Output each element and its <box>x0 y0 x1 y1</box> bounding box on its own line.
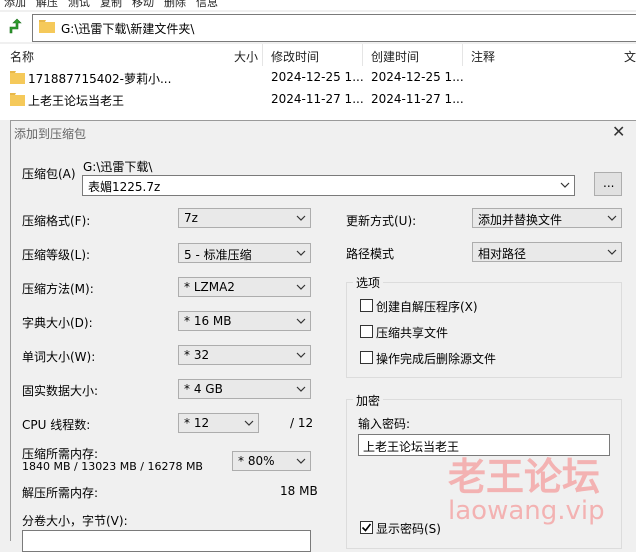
solid-select[interactable]: * 4 GB <box>178 379 311 399</box>
column-header-created[interactable]: 创建时间 <box>371 48 419 65</box>
file-modified: 2024-11-27 1... <box>271 92 364 106</box>
toolbar-copy[interactable]: 复制 <box>100 0 122 10</box>
solid-label: 固实数据大小: <box>22 384 99 398</box>
delete-after-checkbox[interactable] <box>360 351 373 364</box>
checkmark-icon <box>361 523 372 532</box>
file-name: 171887715402-萝莉小... <box>28 72 172 86</box>
folder-icon <box>10 93 25 106</box>
path-input[interactable]: G:\迅雷下载\新建文件夹\ <box>32 14 636 42</box>
method-select[interactable]: * LZMA2 <box>178 277 311 297</box>
archive-name-value: 表媚1225.7z <box>88 180 161 194</box>
up-folder-icon[interactable] <box>6 18 24 36</box>
chevron-down-icon <box>607 215 617 221</box>
mem-decomp-label: 解压所需内存: <box>22 486 99 500</box>
method-label: 压缩方法(M): <box>22 282 94 296</box>
show-password-label: 显示密码(S) <box>376 522 441 536</box>
delete-after-label: 操作完成后删除源文件 <box>376 352 497 366</box>
chevron-down-icon <box>296 386 306 392</box>
sfx-checkbox[interactable] <box>360 299 373 312</box>
dialog-title: 添加到压缩包 <box>14 127 87 141</box>
sfx-label: 创建自解压程序(X) <box>376 300 478 314</box>
browse-button[interactable]: ... <box>594 172 622 196</box>
column-header-more[interactable]: 文 <box>624 48 636 65</box>
encryption-title: 加密 <box>353 392 384 409</box>
level-select[interactable]: 5 - 标准压缩 <box>178 243 311 263</box>
chevron-down-icon <box>296 458 306 464</box>
chevron-down-icon <box>560 182 570 188</box>
shared-label: 压缩共享文件 <box>376 326 449 340</box>
file-created: 2024-12-25 1... <box>371 70 464 84</box>
pathmode-select[interactable]: 相对路径 <box>472 242 622 262</box>
chevron-down-icon <box>296 318 306 324</box>
file-list: 名称 大小 修改时间 创建时间 注释 文 171887715402-萝莉小...… <box>0 44 636 120</box>
folder-icon <box>39 20 55 33</box>
split-combo[interactable] <box>22 530 311 552</box>
toolbar-info[interactable]: 信息 <box>196 0 218 10</box>
mem-comp-value: 1840 MB / 13023 MB / 16278 MB <box>22 460 203 473</box>
column-header-modified[interactable]: 修改时间 <box>271 48 319 65</box>
column-header-name[interactable]: 名称 <box>10 48 34 65</box>
mem-percent-select[interactable]: * 80% <box>232 451 311 471</box>
path-text: G:\迅雷下载\新建文件夹\ <box>61 22 195 36</box>
options-title: 选项 <box>353 274 384 291</box>
toolbar-delete[interactable]: 删除 <box>164 0 186 10</box>
shared-checkbox[interactable] <box>360 325 373 338</box>
show-password-checkbox[interactable] <box>360 521 373 534</box>
toolbar-extract[interactable]: 解压 <box>36 0 58 10</box>
dict-select[interactable]: * 16 MB <box>178 311 311 331</box>
file-modified: 2024-12-25 1... <box>271 70 364 84</box>
format-label: 压缩格式(F): <box>22 214 91 228</box>
chevron-down-icon <box>296 250 306 256</box>
column-header-size[interactable]: 大小 <box>234 48 258 65</box>
chevron-down-icon <box>296 215 306 221</box>
word-select[interactable]: * 32 <box>178 345 311 365</box>
archive-dir: G:\迅雷下载\ <box>83 160 153 174</box>
chevron-down-icon <box>607 249 617 255</box>
close-icon[interactable]: ✕ <box>612 122 625 141</box>
toolbar-add[interactable]: 添加 <box>4 0 26 10</box>
chevron-down-icon <box>244 420 254 426</box>
level-label: 压缩等级(L): <box>22 248 91 262</box>
file-name: 上老王论坛当老王 <box>28 94 125 108</box>
file-created: 2024-11-27 1... <box>371 92 464 106</box>
toolbar-test[interactable]: 测试 <box>68 0 90 10</box>
split-label: 分卷大小，字节(V): <box>22 514 128 528</box>
mem-decomp-value: 18 MB <box>280 484 318 498</box>
toolbar: 添加 解压 测试 复制 移动 删除 信息 <box>0 0 636 10</box>
update-label: 更新方式(U): <box>346 214 417 228</box>
file-row[interactable]: 上老王论坛当老王 2024-11-27 1... 2024-11-27 1... <box>0 89 636 111</box>
format-select[interactable]: 7z <box>178 208 311 228</box>
archive-label: 压缩包(A) <box>22 167 76 181</box>
toolbar-move[interactable]: 移动 <box>132 0 154 10</box>
dict-label: 字典大小(D): <box>22 316 93 330</box>
password-label: 输入密码: <box>358 417 411 431</box>
watermark-url: laowang.vip <box>448 496 605 526</box>
pathmode-label: 路径模式 <box>346 247 395 261</box>
cpu-total: / 12 <box>290 416 314 430</box>
chevron-down-icon <box>296 352 306 358</box>
chevron-down-icon <box>296 284 306 290</box>
cpu-label: CPU 线程数: <box>22 418 91 432</box>
folder-icon <box>10 71 25 84</box>
update-select[interactable]: 添加并替换文件 <box>472 208 622 228</box>
cpu-select[interactable]: * 12 <box>178 413 259 433</box>
watermark-title: 老王论坛 <box>448 455 601 499</box>
archive-name-combo[interactable]: 表媚1225.7z <box>82 175 575 196</box>
word-label: 单词大小(W): <box>22 350 96 364</box>
file-row[interactable]: 171887715402-萝莉小... 2024-12-25 1... 2024… <box>0 67 636 89</box>
column-header-comment[interactable]: 注释 <box>471 48 495 65</box>
